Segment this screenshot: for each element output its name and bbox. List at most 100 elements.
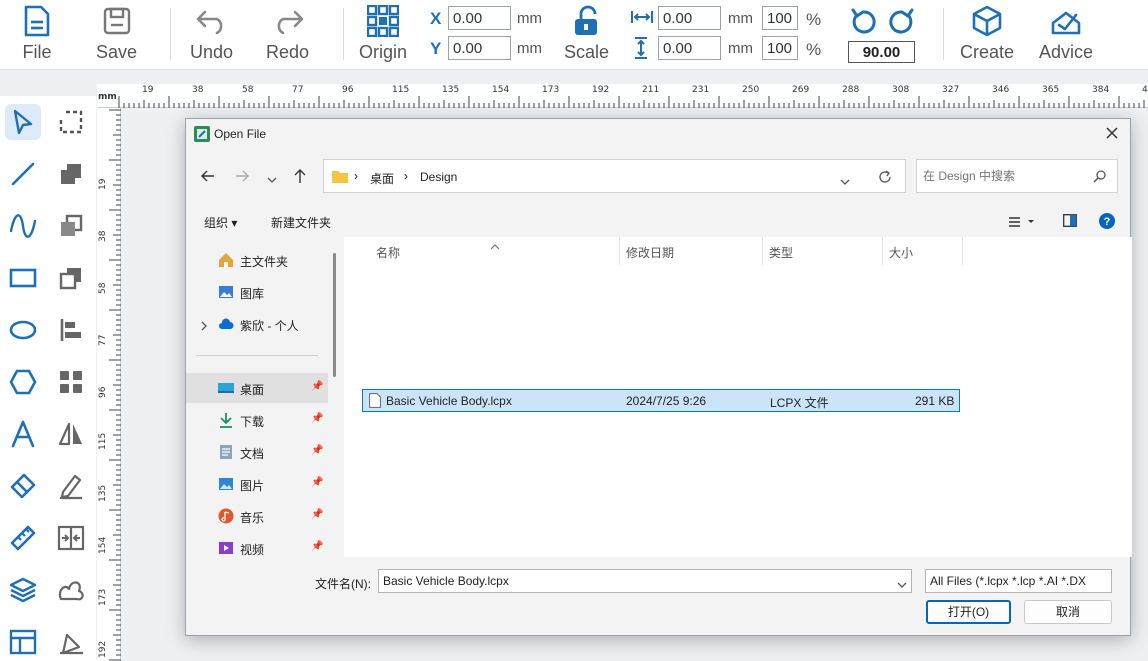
open-button[interactable]: 打开(O) bbox=[926, 600, 1011, 624]
column-type[interactable]: 类型 bbox=[761, 237, 883, 265]
origin-button[interactable]: Origin bbox=[359, 4, 407, 63]
width-percent-sign: % bbox=[806, 10, 822, 29]
nav-item-documents[interactable]: 文档 📌 bbox=[186, 437, 328, 467]
ruler-tool-icon[interactable] bbox=[5, 520, 41, 556]
search-box[interactable] bbox=[916, 159, 1118, 193]
hexagon-tool-icon[interactable] bbox=[5, 364, 41, 400]
file-type-filter[interactable]: All Files (*.lcpx *.lcp *.AI *.DX bbox=[925, 569, 1112, 593]
address-bar[interactable]: › 桌面 › Design bbox=[323, 159, 906, 193]
line-tool-icon[interactable] bbox=[5, 156, 41, 192]
edit-icon[interactable] bbox=[53, 468, 89, 504]
undo-icon bbox=[195, 4, 229, 38]
pin-icon: 📌 bbox=[311, 413, 324, 424]
curve-tool-icon[interactable] bbox=[5, 208, 41, 244]
column-size[interactable]: 大小 bbox=[881, 237, 963, 265]
recent-dropdown-icon[interactable] bbox=[267, 171, 277, 189]
nav-item-desktop[interactable]: 桌面 📌 bbox=[186, 373, 328, 403]
ruler-ticks bbox=[109, 109, 121, 661]
search-icon[interactable] bbox=[1093, 170, 1106, 188]
save-button[interactable]: Save bbox=[96, 4, 137, 63]
rectangle-tool-icon[interactable] bbox=[5, 260, 41, 296]
column-name[interactable]: 名称 bbox=[368, 237, 620, 265]
nav-item-downloads[interactable]: 下载 📌 bbox=[186, 405, 328, 435]
column-modified[interactable]: 修改日期 bbox=[618, 237, 763, 265]
cloud-icon bbox=[218, 316, 234, 332]
grid-icon[interactable] bbox=[53, 364, 89, 400]
nav-item-gallery[interactable]: 图库 bbox=[186, 277, 328, 307]
search-input[interactable] bbox=[923, 167, 1083, 185]
redo-button[interactable]: Redo bbox=[266, 4, 309, 63]
rotate-cw-icon[interactable] bbox=[886, 7, 916, 42]
filename-input[interactable]: Basic Vehicle Body.lcpx bbox=[378, 569, 912, 593]
address-dropdown-icon[interactable] bbox=[840, 173, 850, 191]
y-position-input[interactable] bbox=[448, 36, 511, 60]
main-toolbar: File Save Undo Redo Origin X mm Y bbox=[0, 0, 1148, 70]
expand-chevron-icon[interactable] bbox=[200, 318, 208, 336]
file-button[interactable]: File bbox=[20, 4, 54, 63]
mirror-icon[interactable] bbox=[53, 416, 89, 452]
create-button[interactable]: Create bbox=[960, 4, 1014, 63]
scale-lock-button[interactable]: Scale bbox=[564, 4, 609, 63]
nav-item-onedrive[interactable]: 紫欣 - 个人 bbox=[186, 309, 328, 339]
align-left-icon[interactable] bbox=[53, 312, 89, 348]
ruler-label: 404 bbox=[1142, 85, 1148, 95]
pointer-tool-icon[interactable] bbox=[5, 104, 41, 140]
width-percent-input[interactable] bbox=[762, 6, 798, 30]
rotation-input[interactable] bbox=[848, 41, 915, 63]
rotate-ccw-icon[interactable] bbox=[849, 7, 879, 42]
music-icon bbox=[218, 508, 234, 524]
nav-item-videos[interactable]: 视频 📌 bbox=[186, 533, 328, 557]
y-unit: mm bbox=[517, 40, 542, 57]
pen-tool-icon[interactable] bbox=[53, 624, 89, 660]
eraser-tool-icon[interactable] bbox=[5, 468, 41, 504]
file-type: LCPX 文件 bbox=[770, 396, 829, 410]
nav-item-home[interactable]: 主文件夹 bbox=[186, 245, 328, 275]
file-icon bbox=[20, 4, 54, 38]
preview-pane-icon[interactable] bbox=[1063, 214, 1077, 232]
app-logo-icon bbox=[194, 126, 210, 147]
nav-scrollbar[interactable] bbox=[333, 253, 336, 377]
weld-icon[interactable] bbox=[53, 572, 89, 608]
split-icon[interactable] bbox=[53, 520, 89, 556]
cancel-button[interactable]: 取消 bbox=[1024, 600, 1112, 624]
filename-dropdown-icon[interactable] bbox=[897, 578, 907, 592]
file-size: 291 KB bbox=[915, 394, 955, 408]
view-list-icon[interactable] bbox=[1008, 215, 1036, 233]
nav-label: 文档 bbox=[240, 447, 265, 461]
forward-arrow-icon[interactable] bbox=[234, 169, 250, 188]
nav-item-music[interactable]: 音乐 📌 bbox=[186, 501, 328, 531]
close-icon[interactable] bbox=[1104, 125, 1120, 146]
height-input[interactable] bbox=[658, 36, 721, 60]
width-input[interactable] bbox=[658, 6, 721, 30]
refresh-icon[interactable] bbox=[878, 170, 892, 189]
nav-label: 音乐 bbox=[240, 511, 265, 525]
back-arrow-icon[interactable] bbox=[200, 169, 216, 188]
save-label: Save bbox=[96, 42, 138, 62]
copy-squares-icon[interactable] bbox=[53, 208, 89, 244]
layers-icon[interactable] bbox=[5, 572, 41, 608]
x-position-input[interactable] bbox=[448, 6, 511, 30]
fill-squares-icon[interactable] bbox=[53, 156, 89, 192]
advice-button[interactable]: Advice bbox=[1039, 4, 1093, 63]
up-arrow-icon[interactable] bbox=[293, 168, 307, 189]
file-row[interactable]: Basic Vehicle Body.lcpx 2024/7/25 9:26 L… bbox=[362, 389, 960, 412]
ellipse-tool-icon[interactable] bbox=[5, 312, 41, 348]
stack-squares-icon[interactable] bbox=[53, 260, 89, 296]
corner-select-icon[interactable] bbox=[53, 104, 89, 140]
file-modified: 2024/7/25 9:26 bbox=[626, 394, 707, 408]
nav-item-pictures[interactable]: 图片 📌 bbox=[186, 469, 328, 499]
new-folder-button[interactable]: 新建文件夹 bbox=[271, 214, 331, 231]
text-tool-icon[interactable] bbox=[5, 416, 41, 452]
height-percent-input[interactable] bbox=[762, 36, 798, 60]
ruler-label: 58 bbox=[98, 282, 108, 294]
ruler-label: 250 bbox=[742, 85, 760, 95]
organize-menu[interactable]: 组织 ▾ bbox=[204, 214, 237, 231]
help-icon[interactable]: ? bbox=[1099, 213, 1115, 234]
breadcrumb-design[interactable]: Design bbox=[420, 170, 457, 184]
ruler-label: 384 bbox=[1092, 85, 1110, 95]
file-name: Basic Vehicle Body.lcpx bbox=[386, 394, 512, 408]
breadcrumb-desktop[interactable]: 桌面 bbox=[370, 170, 394, 187]
undo-button[interactable]: Undo bbox=[190, 4, 233, 63]
layout-icon[interactable] bbox=[5, 624, 41, 660]
ruler-label: 365 bbox=[1042, 85, 1060, 95]
